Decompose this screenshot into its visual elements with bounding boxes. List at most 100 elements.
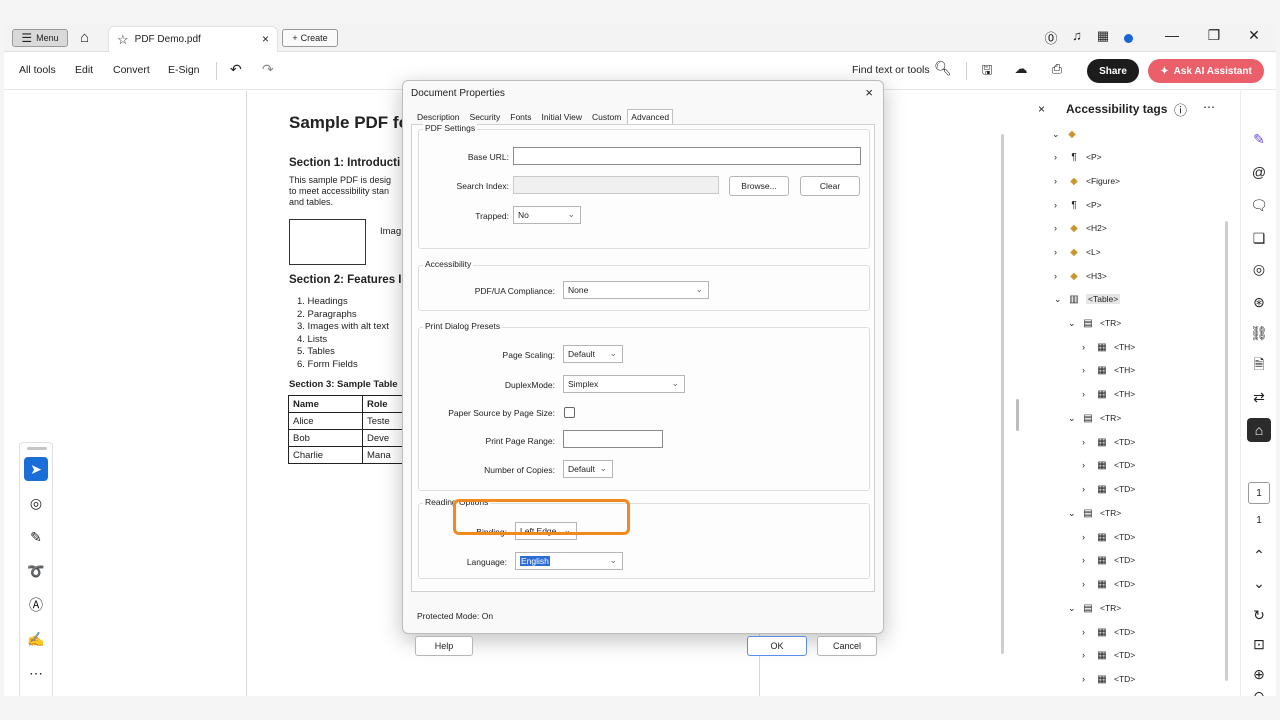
signature-icon[interactable]: ✍	[24, 627, 48, 651]
tree-item[interactable]: › ▦ <TD>	[1082, 455, 1135, 475]
rotate-icon[interactable]: ↻	[1247, 603, 1271, 627]
tree-item[interactable]: ⌄ ▤ <TR>	[1068, 313, 1121, 333]
paper-source-checkbox[interactable]	[564, 407, 575, 418]
expand-arrow-icon[interactable]: ›	[1082, 460, 1094, 470]
zoom-out-icon[interactable]: ⊖	[1247, 688, 1271, 697]
expand-arrow-icon[interactable]: ›	[1082, 650, 1094, 660]
apps-grid-icon[interactable]: ▦	[1094, 28, 1112, 44]
find-text-tools[interactable]: Find text or tools	[852, 64, 930, 76]
star-icon[interactable]: ☆	[117, 32, 129, 48]
current-page-input[interactable]: 1	[1248, 482, 1270, 504]
expand-arrow-icon[interactable]: ›	[1082, 342, 1094, 352]
trapped-select[interactable]: No ⌄	[513, 206, 581, 224]
text-box-icon[interactable]: Ⓐ	[24, 593, 48, 617]
more-tools-icon[interactable]: ⋯	[24, 661, 48, 685]
expand-arrow-icon[interactable]: ›	[1082, 365, 1094, 375]
expand-arrow-icon[interactable]: ›	[1054, 152, 1066, 162]
tab-initial-view[interactable]: Initial View	[538, 109, 586, 125]
tree-item[interactable]: › ◆ <H2>	[1054, 218, 1107, 238]
collapse-arrow-icon[interactable]: ⌄	[1054, 294, 1066, 305]
link-icon[interactable]: ⛓	[1247, 321, 1271, 345]
expand-arrow-icon[interactable]: ›	[1054, 223, 1066, 233]
tree-item[interactable]: › ▦ <TD>	[1082, 574, 1135, 594]
expand-arrow-icon[interactable]: ›	[1082, 579, 1094, 589]
share-button[interactable]: Share	[1087, 59, 1139, 83]
stamp-icon[interactable]: ⊛	[1247, 290, 1271, 314]
help-icon[interactable]: ⓪	[1042, 28, 1060, 47]
tree-item[interactable]: › ¶ <P>	[1054, 195, 1102, 215]
collapse-arrow-icon[interactable]: ⌄	[1068, 318, 1080, 329]
expand-arrow-icon[interactable]: ›	[1082, 674, 1094, 684]
panel-close-icon[interactable]: ×	[1038, 102, 1045, 116]
panel-scrollbar[interactable]	[1225, 221, 1228, 681]
comment-icon[interactable]: ◎	[24, 491, 48, 515]
expand-arrow-icon[interactable]: ›	[1082, 389, 1094, 399]
dialog-close-icon[interactable]: ×	[865, 85, 873, 100]
create-button[interactable]: + Create	[282, 29, 338, 47]
expand-arrow-icon[interactable]: ›	[1054, 200, 1066, 210]
collapse-arrow-icon[interactable]: ⌄	[1052, 129, 1064, 140]
search-icon[interactable]: 🔍︎	[934, 60, 952, 77]
page-down-icon[interactable]: ⌄	[1247, 571, 1271, 595]
tree-item[interactable]: ⌄ ▤ <TR>	[1068, 408, 1121, 428]
document-tab[interactable]: ☆ PDF Demo.pdf ×	[108, 26, 278, 52]
language-select[interactable]: English ⌄	[515, 552, 623, 570]
document-scrollbar[interactable]	[1001, 134, 1004, 654]
save-icon[interactable]: 🖫	[978, 61, 996, 83]
tree-item[interactable]: › ◆ <L>	[1054, 242, 1101, 262]
select-cursor-icon[interactable]: ➤	[24, 457, 48, 481]
home-icon[interactable]: ⌂	[80, 29, 89, 46]
tab-advanced[interactable]: Advanced	[627, 109, 674, 125]
document-icon[interactable]: 🗎	[1247, 354, 1271, 378]
expand-arrow-icon[interactable]: ›	[1054, 271, 1066, 281]
tree-item[interactable]: › ▦ <TD>	[1082, 550, 1135, 570]
expand-arrow-icon[interactable]: ›	[1082, 484, 1094, 494]
page-scaling-select[interactable]: Default ⌄	[563, 345, 623, 363]
undo-icon[interactable]: ↶	[230, 61, 242, 78]
copies-select[interactable]: Default ⌄	[563, 460, 613, 478]
drag-handle[interactable]	[27, 447, 47, 450]
comment-panel-icon[interactable]: 🗨	[1247, 193, 1271, 217]
tree-item[interactable]: › ▦ <TH>	[1082, 360, 1135, 380]
collapse-arrow-icon[interactable]: ⌄	[1068, 413, 1080, 424]
panel-resize-handle[interactable]	[1016, 399, 1019, 431]
collapse-arrow-icon[interactable]: ⌄	[1068, 603, 1080, 614]
expand-arrow-icon[interactable]: ›	[1054, 247, 1066, 257]
close-window-icon[interactable]: ✕	[1244, 27, 1264, 44]
ok-button[interactable]: OK	[747, 636, 807, 656]
tree-item[interactable]: › ▦ <TH>	[1082, 337, 1135, 357]
ai-assistant-button[interactable]: ✦ Ask AI Assistant	[1148, 59, 1264, 83]
expand-arrow-icon[interactable]: ›	[1054, 176, 1066, 186]
layers-icon[interactable]: ◎	[1247, 257, 1271, 281]
tree-item[interactable]: ⌄ ▤ <TR>	[1068, 503, 1121, 523]
accessibility-tags-icon[interactable]: ⌂	[1247, 418, 1271, 442]
all-tools-link[interactable]: All tools	[19, 64, 56, 76]
tree-item[interactable]: › ◆ <Figure>	[1054, 171, 1120, 191]
tree-item[interactable]: › ▦ <TD>	[1082, 622, 1135, 642]
convert-link[interactable]: Convert	[113, 64, 150, 76]
expand-arrow-icon[interactable]: ›	[1082, 555, 1094, 565]
tree-item[interactable]: › ▦ <TH>	[1082, 384, 1135, 404]
edit-pdf-icon[interactable]: ✎	[1247, 127, 1271, 151]
clear-button[interactable]: Clear	[800, 176, 860, 196]
tab-fonts[interactable]: Fonts	[506, 109, 535, 125]
compare-icon[interactable]: ⇄	[1247, 385, 1271, 409]
lasso-icon[interactable]: ➰	[24, 559, 48, 583]
tree-item[interactable]: ⌄ ▤ <TR>	[1068, 598, 1121, 618]
tree-item[interactable]: › ▦ <TD>	[1082, 527, 1135, 547]
page-up-icon[interactable]: ⌃	[1247, 543, 1271, 567]
expand-arrow-icon[interactable]: ›	[1082, 627, 1094, 637]
cancel-button[interactable]: Cancel	[817, 636, 877, 656]
browse-button[interactable]: Browse...	[729, 176, 789, 196]
tree-item[interactable]: › ◆ <H3>	[1054, 266, 1107, 286]
duplex-select[interactable]: Simplex ⌄	[563, 375, 685, 393]
pen-icon[interactable]: ✎	[24, 525, 48, 549]
edit-link[interactable]: Edit	[75, 64, 93, 76]
expand-arrow-icon[interactable]: ›	[1082, 532, 1094, 542]
tree-item[interactable]: › ▦ <TD>	[1082, 645, 1135, 665]
zoom-in-icon[interactable]: ⊕	[1247, 662, 1271, 686]
info-icon[interactable]: ⓘ	[1174, 100, 1187, 119]
tree-item[interactable]: › ▦ <TD>	[1082, 669, 1135, 689]
minimize-icon[interactable]: —	[1162, 27, 1182, 43]
menu-button[interactable]: ☰ Menu	[12, 29, 68, 47]
